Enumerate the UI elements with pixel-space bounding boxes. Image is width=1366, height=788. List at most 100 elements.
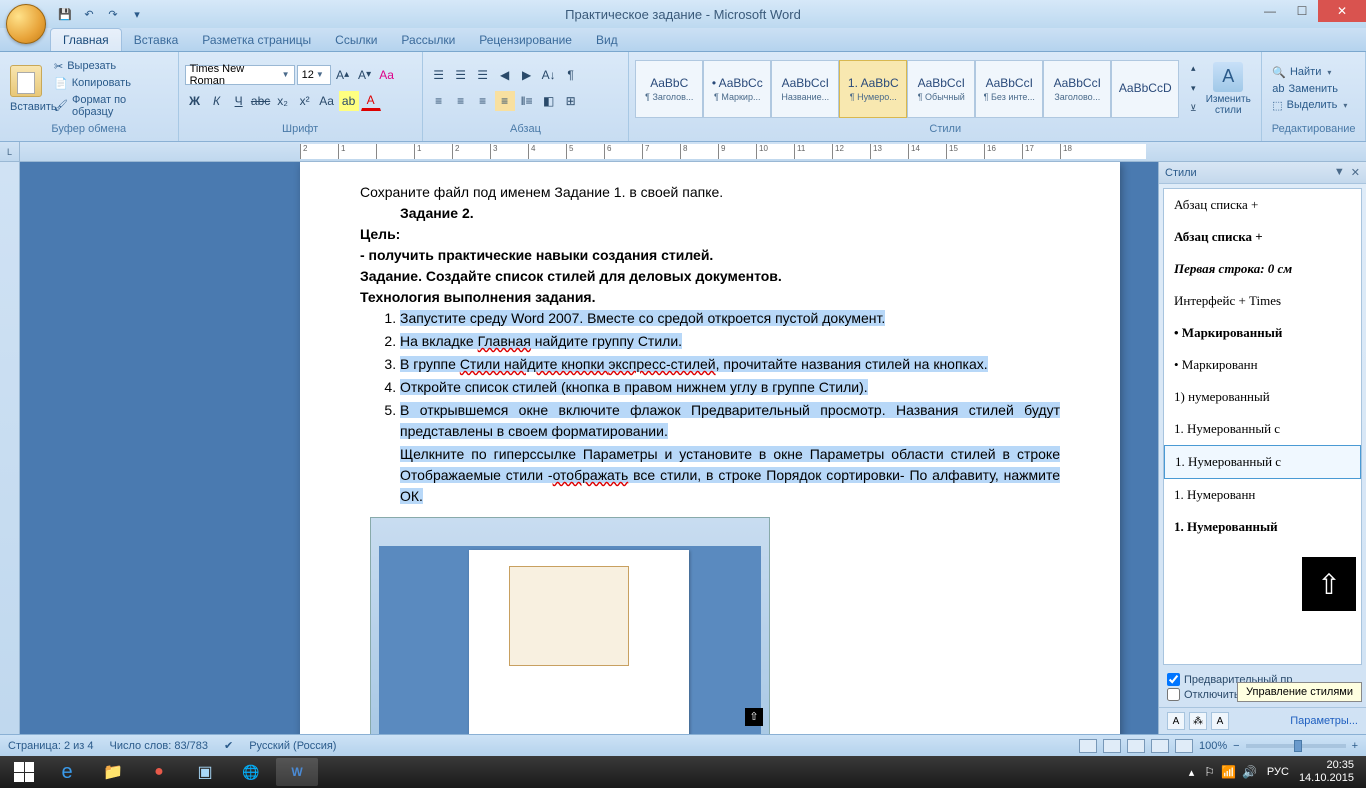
tab-insert[interactable]: Вставка [122,29,191,51]
gallery-down-button[interactable]: ▾ [1183,80,1203,98]
document-page[interactable]: Сохраните файл под именем Задание 1. в с… [300,162,1120,734]
font-size-combo[interactable]: 12▼ [297,65,331,85]
tray-network-icon[interactable]: 📶 [1221,765,1236,779]
maximize-button[interactable]: ☐ [1286,0,1318,22]
taskbar-word[interactable]: W [276,758,318,786]
increase-indent-button[interactable]: ▶ [517,65,537,85]
grow-font-button[interactable]: A▴ [333,65,353,85]
page-status[interactable]: Страница: 2 из 4 [8,740,94,752]
style-gallery-item[interactable]: AaBbCcI¶ Без инте... [975,60,1043,118]
styles-pane-header[interactable]: Стили ▼✕ [1159,162,1366,184]
bold-button[interactable]: Ж [185,91,205,111]
clear-format-button[interactable]: Aa [377,65,397,85]
draft-view[interactable] [1175,739,1193,753]
tab-page-layout[interactable]: Разметка страницы [190,29,323,51]
align-center-button[interactable]: ≡ [451,91,471,111]
word-count[interactable]: Число слов: 83/783 [110,740,208,752]
bullets-button[interactable]: ☰ [429,65,449,85]
highlight-button[interactable]: ab [339,91,359,111]
outline-view[interactable] [1151,739,1169,753]
pane-close-icon[interactable]: ✕ [1351,166,1360,179]
change-case-button[interactable]: Aa [317,91,337,111]
change-styles-button[interactable]: A Изменить стили [1201,62,1255,116]
font-name-combo[interactable]: Times New Roman▼ [185,65,295,85]
gallery-more-button[interactable]: ⊻ [1183,100,1203,118]
redo-icon[interactable]: ↷ [104,5,122,23]
select-button[interactable]: ⬚Выделить▾ [1268,98,1351,113]
shrink-font-button[interactable]: A▾ [355,65,375,85]
cut-button[interactable]: ✂Вырезать [50,59,172,74]
style-list-item[interactable]: Интерфейс + Times [1164,285,1361,317]
web-layout-view[interactable] [1127,739,1145,753]
underline-button[interactable]: Ч [229,91,249,111]
tray-icon[interactable]: ⚐ [1204,765,1215,779]
tray-clock[interactable]: 20:35 14.10.2015 [1299,759,1354,785]
style-gallery-item[interactable]: AaBbCcI¶ Обычный [907,60,975,118]
find-button[interactable]: 🔍Найти▾ [1268,65,1351,80]
style-list-item[interactable]: • Маркированный [1164,317,1361,349]
save-icon[interactable]: 💾 [56,5,74,23]
full-screen-view[interactable] [1103,739,1121,753]
style-list-item[interactable]: 1. Нумерованн [1164,479,1361,511]
style-list-item[interactable]: • Маркированн [1164,349,1361,381]
tab-home[interactable]: Главная [50,28,122,51]
style-gallery-item[interactable]: AaBbCcD [1111,60,1179,118]
taskbar-ie[interactable]: e [46,758,88,786]
vertical-ruler[interactable] [0,162,20,734]
style-gallery-item[interactable]: 1. AaBbC¶ Нумеро... [839,60,907,118]
taskbar-explorer[interactable]: 📁 [92,758,134,786]
font-color-button[interactable]: A [361,91,381,111]
sort-button[interactable]: A↓ [539,65,559,85]
format-painter-button[interactable]: 🖌Формат по образцу [50,93,172,119]
print-layout-view[interactable] [1079,739,1097,753]
tab-selector[interactable]: L [0,142,20,162]
close-button[interactable]: ✕ [1318,0,1366,22]
tray-volume-icon[interactable]: 🔊 [1242,765,1257,779]
taskbar-app1[interactable]: ● [138,758,180,786]
subscript-button[interactable]: x₂ [273,91,293,111]
params-link[interactable]: Параметры... [1290,715,1358,727]
tab-mailings[interactable]: Рассылки [389,29,467,51]
start-button[interactable] [4,758,44,786]
strikethrough-button[interactable]: abc [251,91,271,111]
italic-button[interactable]: К [207,91,227,111]
align-left-button[interactable]: ≡ [429,91,449,111]
style-inspector-button[interactable]: ⁂ [1189,712,1207,730]
taskbar-chrome[interactable]: 🌐 [230,758,272,786]
tray-expand-icon[interactable]: ▴ [1189,766,1195,779]
borders-button[interactable]: ⊞ [561,91,581,111]
zoom-in-button[interactable]: + [1352,740,1358,752]
replace-button[interactable]: abЗаменить [1268,82,1351,96]
taskbar-app2[interactable]: ▣ [184,758,226,786]
horizontal-ruler[interactable]: 21123456789101112131415161718 [300,144,1146,159]
style-list-item[interactable]: Абзац списка + [1164,221,1361,253]
tab-view[interactable]: Вид [584,29,630,51]
style-list-item[interactable]: 1) нумерованный [1164,381,1361,413]
new-style-button[interactable]: A [1167,712,1185,730]
home-overlay-icon[interactable]: ⇧ [1302,557,1356,611]
office-button[interactable] [6,4,46,44]
zoom-slider[interactable] [1246,744,1346,748]
pane-dropdown-icon[interactable]: ▼ [1334,166,1345,179]
multilevel-button[interactable]: ☰ [473,65,493,85]
qat-customize-icon[interactable]: ▾ [128,5,146,23]
style-gallery-item[interactable]: AaBbCcIЗаголово... [1043,60,1111,118]
zoom-out-button[interactable]: − [1233,740,1239,752]
shading-button[interactable]: ◧ [539,91,559,111]
style-gallery-item[interactable]: • AaBbCc¶ Маркир... [703,60,771,118]
justify-button[interactable]: ≡ [495,91,515,111]
undo-icon[interactable]: ↶ [80,5,98,23]
style-gallery-item[interactable]: AaBbCcIНазвание... [771,60,839,118]
style-gallery-item[interactable]: AaBbC¶ Заголов... [635,60,703,118]
manage-styles-button[interactable]: A [1211,712,1229,730]
decrease-indent-button[interactable]: ◀ [495,65,515,85]
style-list-item[interactable]: Абзац списка + [1164,189,1361,221]
minimize-button[interactable]: — [1254,0,1286,22]
language-status[interactable]: Русский (Россия) [249,740,336,752]
document-area[interactable]: Сохраните файл под именем Задание 1. в с… [20,162,1158,734]
style-list-item[interactable]: 1. Нумерованный [1164,511,1361,543]
styles-gallery[interactable]: AaBbC¶ Заголов...• AaBbCc¶ Маркир...AaBb… [635,60,1179,118]
line-spacing-button[interactable]: ‖≡ [517,91,537,111]
zoom-level[interactable]: 100% [1199,740,1227,752]
style-list-item[interactable]: 1. Нумерованный с [1164,413,1361,445]
